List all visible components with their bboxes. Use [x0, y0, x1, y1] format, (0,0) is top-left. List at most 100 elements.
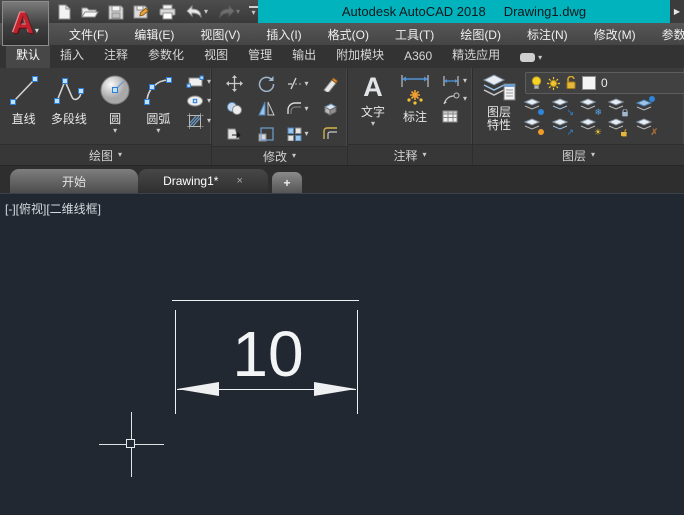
menu-file[interactable]: 文件(F): [56, 26, 121, 43]
menu-draw[interactable]: 绘图(D): [447, 26, 514, 43]
leader-caret-icon[interactable]: ▾: [463, 94, 467, 103]
redo-icon[interactable]: [217, 3, 235, 21]
erase-button[interactable]: [314, 71, 346, 96]
drawing-canvas[interactable]: [-][俯视][二维线框] 10: [0, 193, 684, 515]
ribbon-tab-a360[interactable]: A360: [394, 45, 442, 68]
ribbon-tab-manage[interactable]: 管理: [238, 42, 282, 68]
array-caret-icon[interactable]: ▾: [304, 129, 308, 138]
layer-isolate-button[interactable]: ↘: [551, 98, 574, 117]
trim-button[interactable]: ▾: [282, 71, 314, 96]
copy-icon: [226, 102, 242, 115]
menu-view[interactable]: 视图(V): [187, 26, 253, 43]
menu-parametric[interactable]: 参数(P): [649, 26, 684, 43]
text-caret-icon[interactable]: ▾: [371, 120, 375, 128]
menu-insert[interactable]: 插入(I): [253, 26, 314, 43]
fillet-button[interactable]: ▾: [282, 96, 314, 121]
layer-delete-button[interactable]: ✗: [635, 118, 658, 137]
arc-button[interactable]: 圆弧 ▾: [137, 68, 180, 144]
leader-button[interactable]: ▾: [442, 92, 467, 105]
application-menu-button[interactable]: A ▾: [2, 1, 49, 46]
menu-format[interactable]: 格式(O): [315, 26, 382, 43]
title-overflow-button[interactable]: ▶: [670, 0, 684, 23]
table-button[interactable]: [442, 110, 467, 123]
close-tab-icon[interactable]: ×: [236, 175, 242, 187]
rotate-button[interactable]: [250, 71, 282, 96]
open-file-icon[interactable]: [81, 3, 99, 21]
scale-button[interactable]: [250, 121, 282, 146]
viewport-controls[interactable]: [-][俯视][二维线框]: [5, 200, 101, 217]
copy-button[interactable]: [218, 96, 250, 121]
polyline-button[interactable]: 多段线: [44, 68, 93, 144]
layer-unlock-button[interactable]: [607, 118, 629, 137]
save-icon[interactable]: [108, 3, 124, 21]
layer-off-button[interactable]: [523, 98, 545, 115]
plot-icon[interactable]: [159, 3, 176, 21]
layer-unisolate-button[interactable]: ↗: [551, 118, 574, 137]
ribbon-tab-addins[interactable]: 附加模块: [326, 42, 394, 68]
linear-dimension-button[interactable]: ▾: [442, 75, 467, 87]
customize-qat-button[interactable]: ▾: [249, 6, 259, 17]
save-as-icon[interactable]: [133, 3, 150, 21]
undo-caret-icon[interactable]: ▾: [204, 7, 208, 16]
ribbon-tab-insert[interactable]: 插入: [50, 42, 94, 68]
undo-icon[interactable]: [185, 3, 203, 21]
circle-caret-icon[interactable]: ▾: [113, 127, 117, 135]
layer-thaw-button[interactable]: ☀: [579, 118, 602, 137]
new-file-icon[interactable]: [56, 3, 72, 21]
draw-panel-label[interactable]: 绘图 ▾: [0, 144, 211, 165]
menu-modify[interactable]: 修改(M): [581, 26, 649, 43]
rectangle-caret-icon[interactable]: ▾: [207, 78, 211, 86]
stretch-button[interactable]: [218, 121, 250, 146]
redo-button[interactable]: ▾: [217, 3, 240, 21]
polyline-icon: [53, 78, 84, 104]
ribbon-tab-output[interactable]: 输出: [282, 42, 326, 68]
layer-on-button[interactable]: [523, 118, 545, 135]
layers-panel-label[interactable]: 图层 ▾: [473, 144, 684, 165]
linear-dimension-caret-icon[interactable]: ▾: [463, 77, 467, 85]
layer-lock-button[interactable]: [607, 98, 629, 117]
hatch-caret-icon[interactable]: ▾: [207, 117, 211, 125]
dimension-button[interactable]: 标注: [394, 68, 436, 144]
annotate-panel-label[interactable]: 注释 ▾: [348, 144, 472, 165]
dimension-extension-line-left: [175, 310, 176, 414]
text-button[interactable]: A 文字 ▾: [356, 68, 390, 144]
ribbon-minimize-button[interactable]: ▾: [520, 53, 542, 62]
move-button[interactable]: [218, 71, 250, 96]
menu-dimension[interactable]: 标注(N): [514, 26, 581, 43]
autocad-logo-icon: A: [12, 6, 34, 40]
new-drawing-tab-button[interactable]: +: [272, 172, 302, 193]
undo-button[interactable]: ▾: [185, 3, 208, 21]
layer-select-combo[interactable]: 0: [525, 72, 684, 94]
array-button[interactable]: ▾: [282, 121, 314, 146]
layer-freeze-button[interactable]: ❄: [579, 98, 602, 117]
file-tab-drawing1[interactable]: Drawing1* ×: [138, 169, 268, 193]
circle-button[interactable]: 圆 ▾: [95, 68, 134, 144]
offset-button[interactable]: [314, 121, 346, 146]
menu-tools[interactable]: 工具(T): [382, 26, 447, 43]
ribbon-minimize-caret-icon: ▾: [538, 52, 543, 62]
ellipse-button[interactable]: ▾: [186, 94, 211, 108]
file-tab-start[interactable]: 开始: [10, 169, 138, 193]
explode-button[interactable]: [314, 96, 346, 121]
ribbon-tab-view[interactable]: 视图: [194, 42, 238, 68]
title-bar: ▾ ▾ ▾ Autodesk AutoCAD 2018 Drawing1.dwg…: [0, 0, 684, 23]
hatch-button[interactable]: ▾: [186, 113, 211, 129]
current-layer-name: 0: [601, 76, 608, 90]
layer-properties-button[interactable]: 图层 特性: [481, 68, 517, 144]
appmenu-caret-icon: ▾: [34, 26, 39, 35]
layer-make-current-button[interactable]: [635, 96, 657, 115]
arc-caret-icon[interactable]: ▾: [156, 127, 160, 135]
rectangle-button[interactable]: ▾: [186, 75, 211, 89]
mirror-button[interactable]: [250, 96, 282, 121]
ribbon-tab-featured-apps[interactable]: 精选应用: [442, 42, 510, 68]
menu-edit[interactable]: 编辑(E): [121, 26, 187, 43]
ellipse-caret-icon[interactable]: ▾: [207, 97, 211, 105]
line-button[interactable]: 直线: [5, 68, 42, 144]
trim-caret-icon[interactable]: ▾: [304, 79, 308, 88]
redo-caret-icon[interactable]: ▾: [236, 7, 240, 16]
ribbon-tab-annotate[interactable]: 注释: [94, 42, 138, 68]
ribbon-tab-parametric[interactable]: 参数化: [138, 42, 194, 68]
modify-panel-label[interactable]: 修改 ▾: [212, 146, 347, 165]
fillet-caret-icon[interactable]: ▾: [304, 104, 308, 113]
layers-right-column: 0 ↘ ❄ ↗ ☀ ✗: [523, 68, 684, 144]
